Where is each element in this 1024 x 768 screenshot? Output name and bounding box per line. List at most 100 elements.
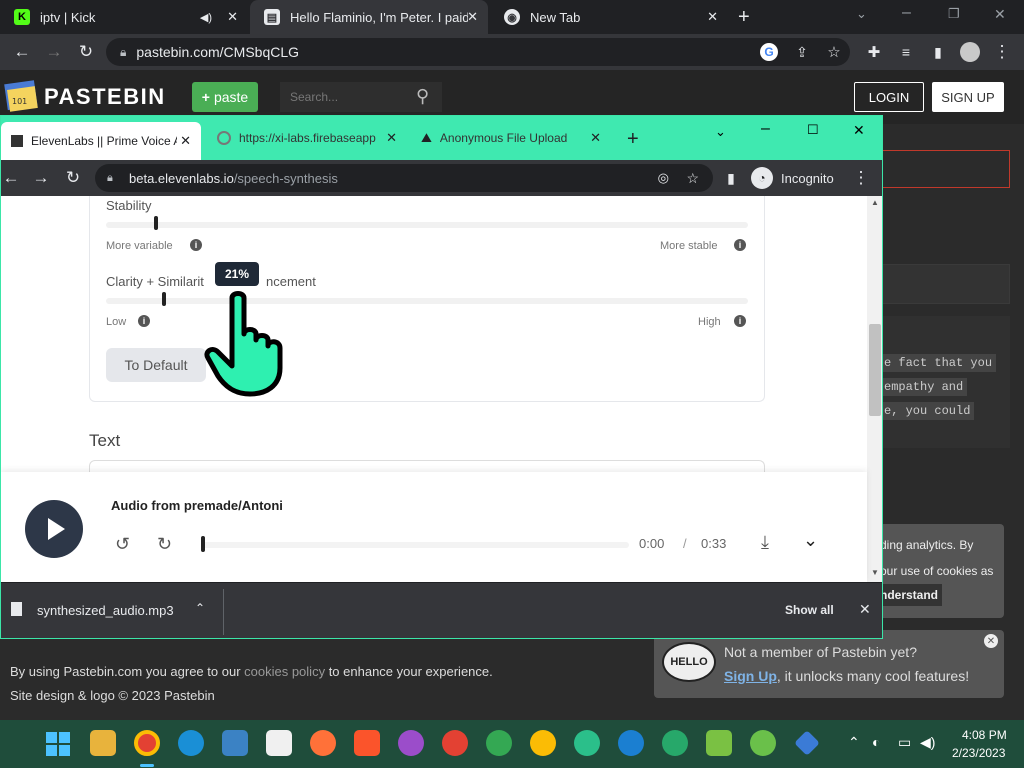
info-icon[interactable]: i — [190, 239, 202, 251]
media-icon[interactable]: ≡ — [894, 40, 918, 64]
login-button[interactable]: LOGIN — [854, 82, 924, 112]
app-icon[interactable] — [706, 730, 732, 756]
audio-progress-track[interactable] — [201, 542, 629, 548]
outer-tab-kick[interactable]: K iptv | Kick ◀) ✕ — [0, 0, 248, 34]
bookmark-star-icon[interactable]: ☆ — [686, 170, 699, 187]
clarity-slider-thumb[interactable] — [161, 292, 166, 306]
incognito-indicator[interactable]: ◔ Incognito — [751, 164, 834, 192]
window-close-icon[interactable]: ✕ — [994, 6, 1006, 23]
outer-address-bar[interactable]: 🔒︎ pastebin.com/CMSbqCLG — [106, 38, 850, 66]
chrome-dev-icon[interactable] — [486, 730, 512, 756]
menu-icon[interactable]: ⋮ — [849, 166, 873, 190]
chevron-up-icon[interactable]: ⌃ — [195, 601, 205, 615]
download-icon[interactable]: ⤓ — [761, 532, 769, 553]
tab-search-chevron-icon[interactable]: ⌄ — [715, 124, 726, 140]
clarity-slider[interactable] — [106, 298, 748, 304]
new-tab-icon[interactable]: + — [738, 6, 750, 29]
mask-icon[interactable] — [398, 730, 424, 756]
outer-tab-pastebin[interactable]: ▤ Hello Flaminio, I'm Peter. I paid a ✕ — [250, 0, 488, 34]
audio-progress-thumb[interactable] — [201, 536, 205, 552]
stability-slider-thumb[interactable] — [154, 216, 159, 230]
info-icon[interactable]: i — [138, 315, 150, 327]
clock-date[interactable]: 2/23/2023 — [952, 746, 1005, 760]
volume-icon[interactable]: ◀) — [920, 734, 935, 751]
back-icon[interactable]: ← — [1, 166, 23, 190]
pastebin-logo[interactable]: 101 — [4, 78, 40, 114]
forward-icon[interactable]: → — [29, 166, 53, 190]
new-tab-icon[interactable]: + — [627, 128, 639, 151]
side-panel-icon[interactable]: ▮ — [719, 166, 743, 190]
forward-10-icon[interactable]: ↻ — [157, 534, 172, 555]
restore-icon[interactable]: ❐ — [948, 6, 960, 22]
side-panel-icon[interactable]: ▮ — [926, 40, 950, 64]
chevron-up-icon[interactable]: ⌃ — [848, 734, 860, 751]
minimize-icon[interactable]: – — [902, 4, 911, 22]
menu-icon[interactable]: ⋮ — [990, 40, 1014, 64]
extensions-icon[interactable]: ✚ — [862, 40, 886, 64]
share-icon[interactable]: ⇪ — [790, 40, 814, 64]
news-icon[interactable] — [266, 730, 292, 756]
edge-icon[interactable] — [178, 730, 204, 756]
dropbox-icon[interactable] — [794, 730, 820, 756]
google-icon[interactable]: G — [760, 43, 778, 61]
cookies-policy-link[interactable]: cookies policy — [244, 664, 325, 679]
eye-off-icon[interactable]: ◎ — [658, 170, 669, 186]
chrome-icon[interactable] — [134, 730, 160, 756]
download-filename[interactable]: synthesized_audio.mp3 — [37, 603, 174, 618]
window-close-icon[interactable]: ✕ — [853, 122, 865, 139]
search-icon[interactable]: ⚲ — [416, 86, 429, 107]
windows-start-icon[interactable] — [46, 732, 70, 756]
close-icon[interactable]: ✕ — [227, 9, 238, 25]
scrollbar[interactable]: ▲ ▼ — [867, 196, 882, 582]
new-paste-button[interactable]: + paste — [192, 82, 258, 112]
play-button[interactable] — [25, 500, 83, 558]
forward-icon[interactable]: → — [42, 40, 66, 64]
maximize-icon[interactable]: ☐ — [807, 122, 819, 138]
minimize-icon[interactable]: – — [761, 120, 770, 138]
file-explorer-icon[interactable] — [90, 730, 116, 756]
signup-button[interactable]: SIGN UP — [932, 82, 1004, 112]
edge-beta-icon[interactable] — [618, 730, 644, 756]
scroll-up-icon[interactable]: ▲ — [871, 198, 879, 207]
avatar[interactable] — [960, 42, 980, 62]
back-icon[interactable]: ← — [10, 40, 34, 64]
to-default-button[interactable]: To Default — [106, 348, 206, 382]
rewind-10-icon[interactable]: ↺ — [115, 534, 130, 555]
member-signup-link[interactable]: Sign Up — [724, 668, 777, 684]
inner-address-bar[interactable]: 🔒︎ beta.elevenlabs.io/speech-synthesis ◎… — [95, 164, 713, 192]
bookmark-star-icon[interactable]: ☆ — [822, 40, 846, 64]
reload-icon[interactable]: ↻ — [61, 166, 85, 190]
clock-time[interactable]: 4:08 PM — [962, 728, 1007, 742]
tray-app-icon[interactable]: ◐ — [872, 734, 880, 750]
close-icon[interactable]: ✕ — [467, 9, 478, 25]
monitor-icon[interactable]: ▭ — [898, 734, 911, 751]
chevron-down-icon[interactable]: ⌄ — [803, 530, 818, 551]
outer-tab-newtab[interactable]: ◉ New Tab ✕ — [490, 0, 728, 34]
scrollbar-thumb[interactable] — [869, 324, 881, 416]
close-icon[interactable]: ✕ — [707, 9, 718, 25]
photos-icon[interactable] — [222, 730, 248, 756]
info-icon[interactable]: i — [734, 315, 746, 327]
close-icon[interactable]: ✕ — [859, 601, 871, 618]
info-icon[interactable]: i — [734, 239, 746, 251]
close-icon[interactable]: ✕ — [984, 634, 998, 648]
reload-icon[interactable]: ↻ — [74, 40, 98, 64]
app-icon[interactable] — [750, 730, 776, 756]
understand-button[interactable]: nderstand — [880, 584, 942, 606]
close-icon[interactable]: ✕ — [386, 130, 397, 146]
speaker-icon[interactable]: ◀) — [200, 11, 212, 24]
chrome-beta-icon[interactable] — [442, 730, 468, 756]
close-icon[interactable]: ✕ — [590, 130, 601, 146]
firefox-icon[interactable] — [310, 730, 336, 756]
inner-tab-elevenlabs[interactable]: ElevenLabs || Prime Voice A ✕ — [1, 122, 201, 160]
inner-tab-fileupload[interactable]: ⛰ Anonymous File Upload ✕ — [411, 116, 611, 160]
stability-slider[interactable] — [106, 222, 748, 228]
inner-tab-firebase[interactable]: https://xi-labs.firebaseapp ✕ — [207, 116, 407, 160]
brave-icon[interactable] — [354, 730, 380, 756]
chrome-canary-icon[interactable] — [530, 730, 556, 756]
show-all-button[interactable]: Show all — [785, 603, 834, 617]
scroll-down-icon[interactable]: ▼ — [871, 568, 879, 577]
edge-canary-icon[interactable] — [574, 730, 600, 756]
edge-dev-icon[interactable] — [662, 730, 688, 756]
close-icon[interactable]: ✕ — [180, 133, 191, 149]
